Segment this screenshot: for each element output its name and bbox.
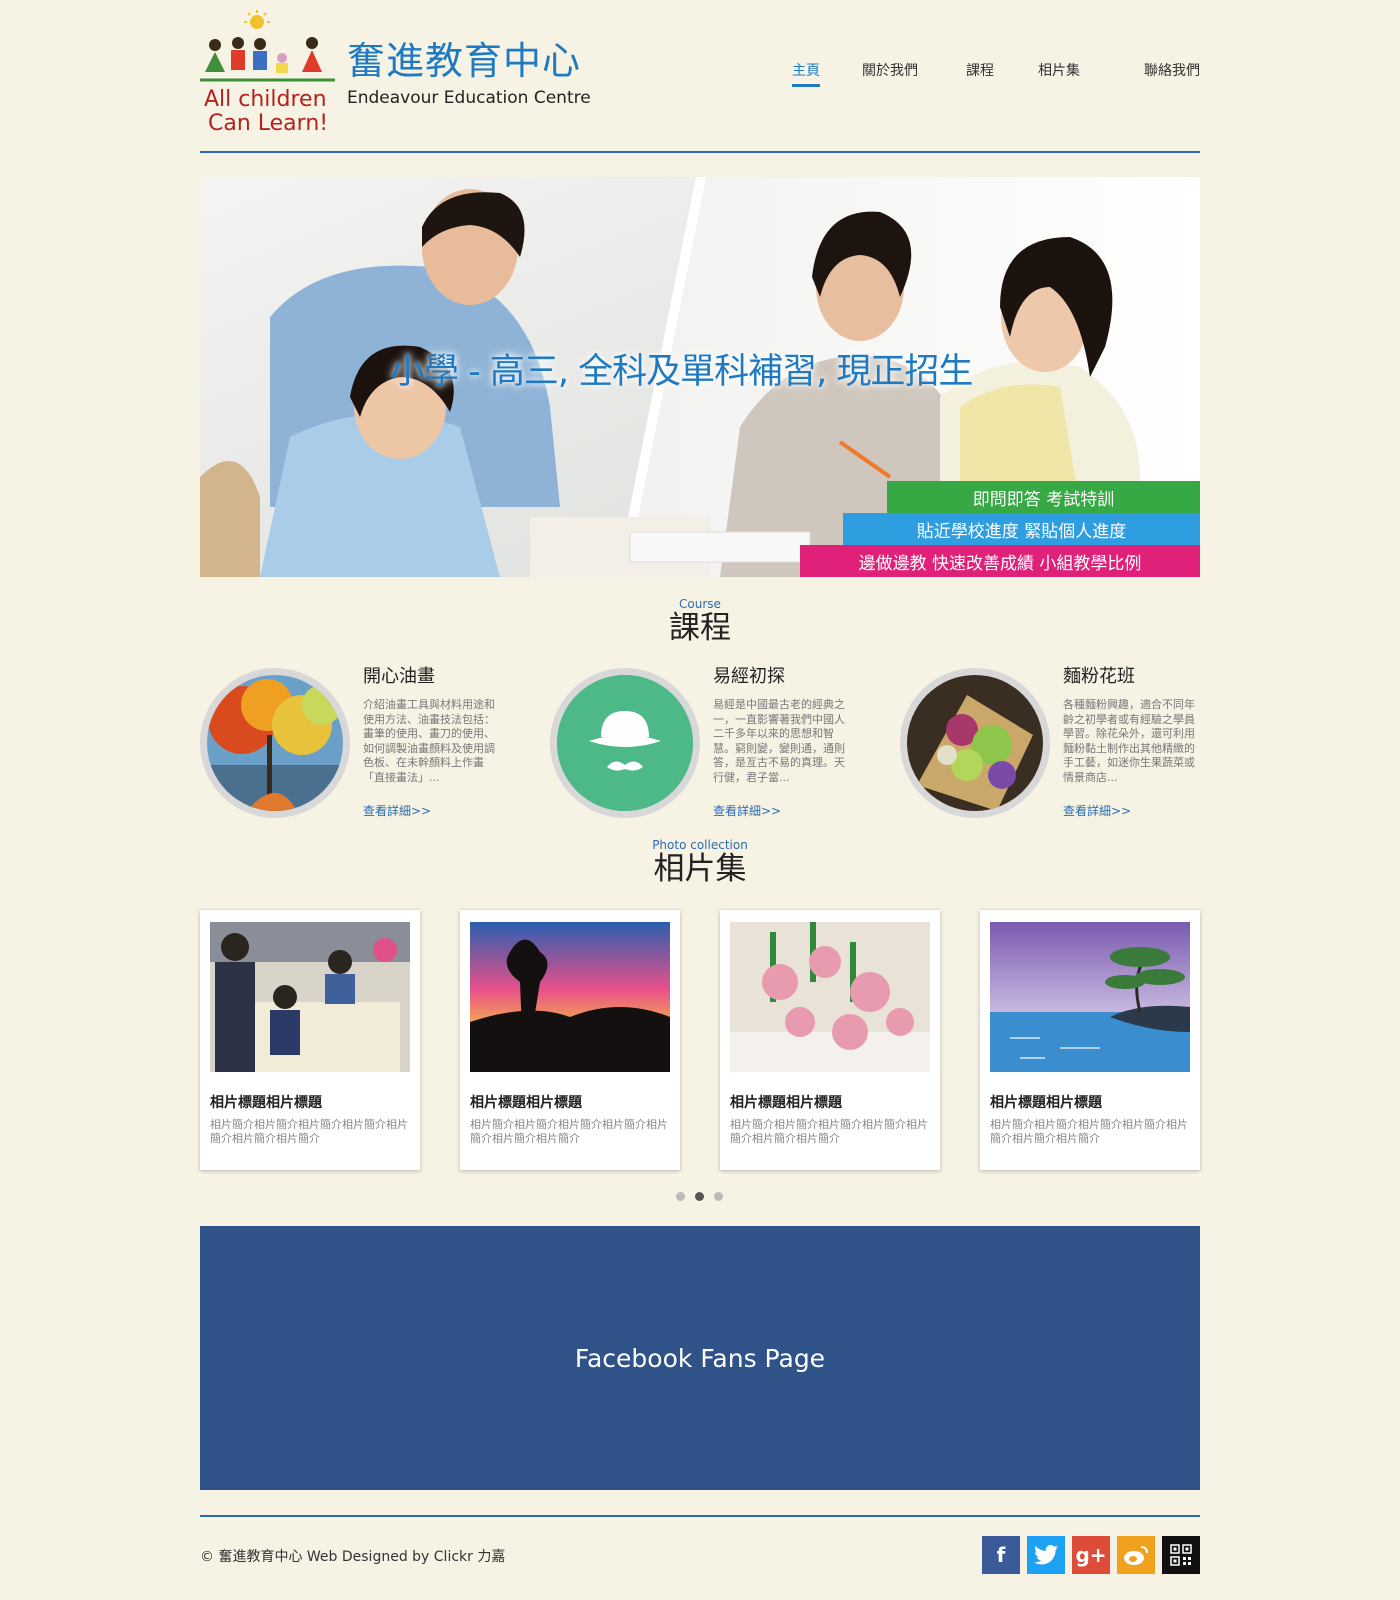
photo-image-seascape-painting	[990, 922, 1190, 1072]
google-plus-icon[interactable]: g+	[1072, 1536, 1110, 1574]
course-description: 易經是中國最古老的經典之一，一直影響著我們中國人二千多年以來的思想和智慧。窮則變…	[713, 698, 845, 784]
facebook-fans-page[interactable]: Facebook Fans Page	[200, 1226, 1200, 1490]
nav-item-home[interactable]: 主頁	[792, 60, 820, 87]
brand-name-en: Endeavour Education Centre	[347, 88, 591, 108]
course-description: 各種麵粉興趣，適合不同年齡之初學者或有經驗之學員學習。除花朵外，還可利用麵粉黏土…	[1063, 698, 1195, 784]
hero-headline: 小學 - 高三, 全科及單科補習, 現正招生	[390, 352, 973, 392]
courses-section-title: Course 課程	[200, 597, 1200, 645]
site-header: All children Can Learn! 奮進教育中心 Endeavour…	[200, 0, 1200, 155]
course-title: 麵粉花班	[1063, 666, 1135, 687]
hero-banner: 小學 - 高三, 全科及單科補習, 現正招生 即問即答 考試特訓 貼近學校進度 …	[200, 177, 1200, 577]
carousel-dots	[676, 1192, 723, 1201]
facebook-fans-label: Facebook Fans Page	[574, 1343, 826, 1373]
logo-graphic: All children Can Learn!	[200, 10, 335, 136]
course-more-link[interactable]: 查看詳細>>	[713, 802, 781, 819]
logo-text-line1: All children	[204, 87, 327, 112]
photo-description: 相片簡介相片簡介相片簡介相片簡介相片簡介相片簡介相片簡介	[990, 1118, 1188, 1145]
nav-item-about[interactable]: 關於我們	[862, 60, 918, 87]
photo-card[interactable]: 相片標題相片標題 相片簡介相片簡介相片簡介相片簡介相片簡介相片簡介相片簡介	[720, 910, 940, 1170]
logo[interactable]: All children Can Learn!	[200, 10, 335, 136]
course-image-iching[interactable]	[550, 668, 700, 818]
hero-band-pink: 邊做邊教 快速改善成績 小組教學比例	[800, 545, 1200, 577]
course-card: 易經初探 易經是中國最古老的經典之一，一直影響著我們中國人二千多年以來的思想和智…	[550, 660, 860, 820]
course-description: 介紹油畫工具與材料用途和使用方法、油畫技法包括：畫筆的使用、畫刀的使用、如何調製…	[363, 698, 495, 784]
carousel-dot-active[interactable]	[695, 1192, 704, 1201]
brand-name-cn: 奮進教育中心	[347, 39, 582, 83]
course-card: 麵粉花班 各種麵粉興趣，適合不同年齡之初學者或有經驗之學員學習。除花朵外，還可利…	[900, 660, 1210, 820]
main-nav: 主頁 關於我們 課程 相片集 聯絡我們	[792, 60, 1200, 87]
hero-band-green: 即問即答 考試特訓	[887, 481, 1200, 513]
course-more-link[interactable]: 查看詳細>>	[363, 802, 431, 819]
photo-description: 相片簡介相片簡介相片簡介相片簡介相片簡介相片簡介相片簡介	[470, 1118, 668, 1145]
photo-title: 相片標題相片標題	[730, 1095, 842, 1111]
photo-title: 相片標題相片標題	[470, 1095, 582, 1111]
hero-band-blue: 貼近學校進度 緊貼個人進度	[843, 513, 1200, 545]
photo-card[interactable]: 相片標題相片標題 相片簡介相片簡介相片簡介相片簡介相片簡介相片簡介相片簡介	[980, 910, 1200, 1170]
photo-image-sunset-painting	[470, 922, 670, 1072]
facebook-icon[interactable]: f	[982, 1536, 1020, 1574]
course-more-link[interactable]: 查看詳細>>	[1063, 802, 1131, 819]
photo-image-flour-flowers	[730, 922, 930, 1072]
course-image-flour-flowers[interactable]	[900, 668, 1050, 818]
social-links: f g+	[982, 1536, 1200, 1574]
twitter-icon[interactable]	[1027, 1536, 1065, 1574]
nav-item-photos[interactable]: 相片集	[1038, 60, 1080, 87]
carousel-dot[interactable]	[714, 1192, 723, 1201]
weibo-icon[interactable]	[1117, 1536, 1155, 1574]
photos-title-en: Photo collection	[652, 838, 748, 852]
qr-code-icon[interactable]	[1162, 1536, 1200, 1574]
course-title: 易經初探	[713, 666, 785, 687]
photo-image-classroom	[210, 922, 410, 1072]
photos-section-title: Photo collection 相片集	[200, 838, 1200, 886]
carousel-dot[interactable]	[676, 1192, 685, 1201]
photos-title-cn: 相片集	[653, 851, 747, 887]
course-card: 開心油畫 介紹油畫工具與材料用途和使用方法、油畫技法包括：畫筆的使用、畫刀的使用…	[200, 660, 510, 820]
courses-title-en: Course	[679, 597, 721, 611]
course-image-oil-painting[interactable]	[200, 668, 350, 818]
header-divider	[200, 151, 1200, 153]
logo-text-line2: Can Learn!	[208, 111, 328, 135]
photo-title: 相片標題相片標題	[210, 1095, 322, 1111]
footer-divider	[200, 1515, 1200, 1517]
courses-title-cn: 課程	[669, 610, 731, 646]
nav-item-contact[interactable]: 聯絡我們	[1144, 60, 1200, 87]
course-title: 開心油畫	[363, 666, 435, 687]
photo-description: 相片簡介相片簡介相片簡介相片簡介相片簡介相片簡介相片簡介	[210, 1118, 408, 1145]
hat-mustache-icon	[557, 675, 693, 811]
photo-card[interactable]: 相片標題相片標題 相片簡介相片簡介相片簡介相片簡介相片簡介相片簡介相片簡介	[460, 910, 680, 1170]
nav-item-courses[interactable]: 課程	[966, 60, 994, 87]
photo-title: 相片標題相片標題	[990, 1095, 1102, 1111]
copyright: © 奮進教育中心 Web Designed by Clickr 力嘉	[200, 1549, 506, 1565]
photo-card[interactable]: 相片標題相片標題 相片簡介相片簡介相片簡介相片簡介相片簡介相片簡介相片簡介	[200, 910, 420, 1170]
photo-description: 相片簡介相片簡介相片簡介相片簡介相片簡介相片簡介相片簡介	[730, 1118, 928, 1145]
